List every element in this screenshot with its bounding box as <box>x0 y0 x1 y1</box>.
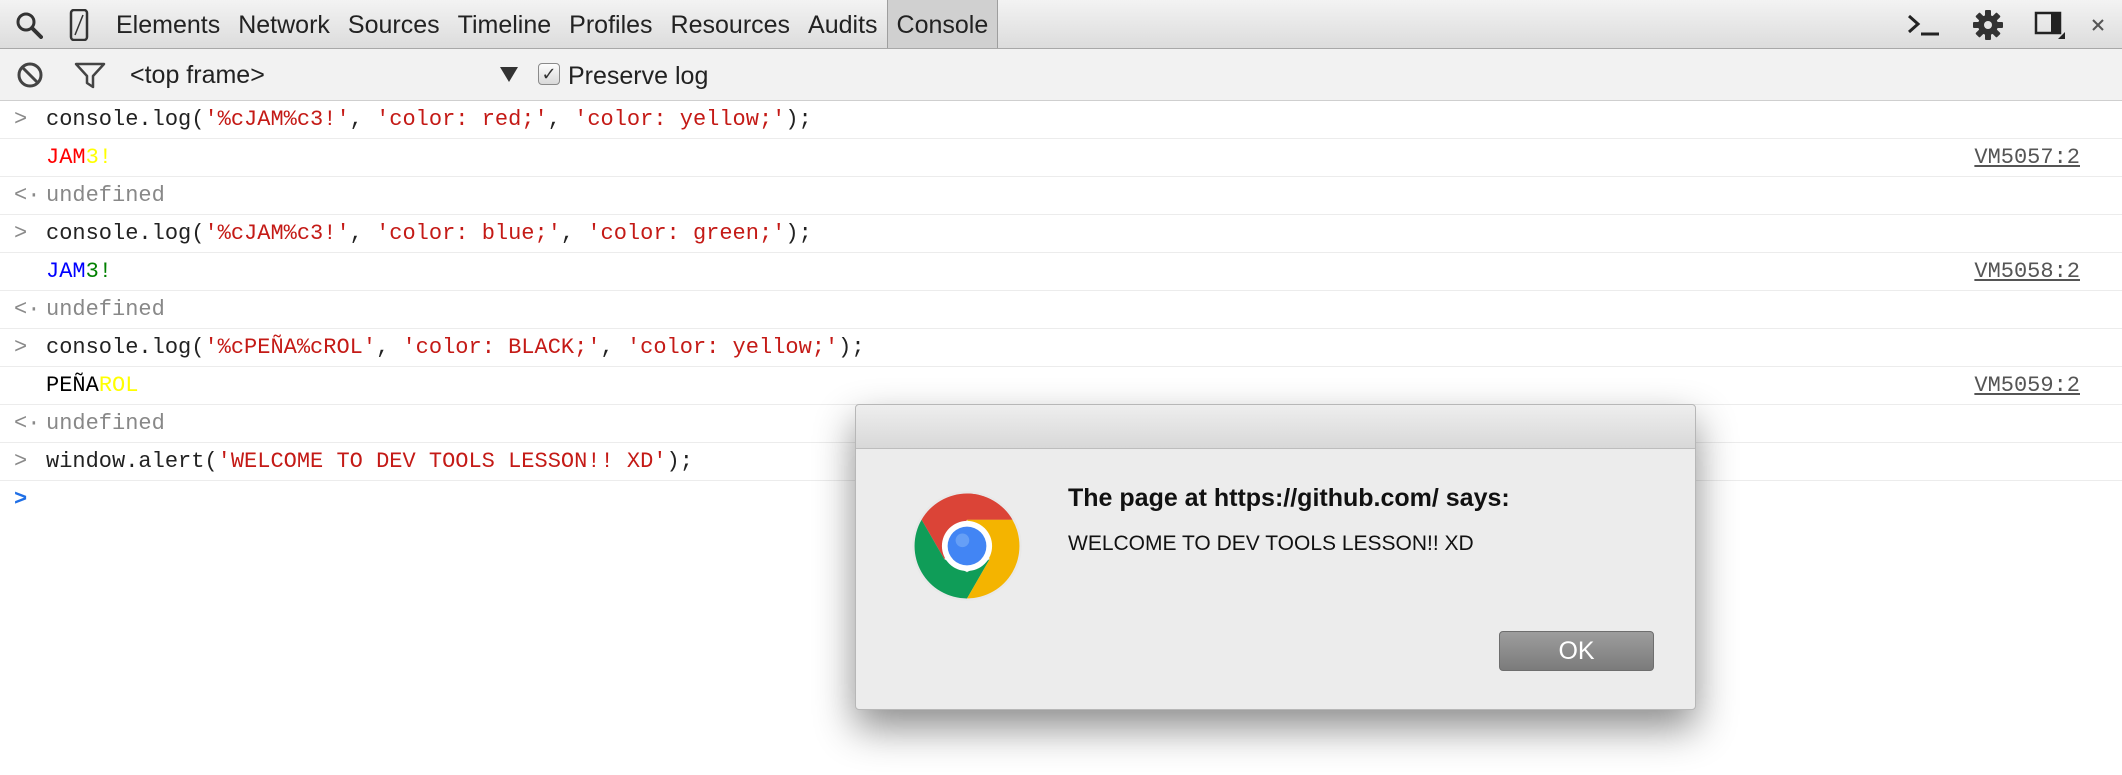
console-message: console.log('%cPEÑA%cROL', 'color: BLACK… <box>46 329 865 367</box>
console-row-result: <· undefined <box>0 177 2122 215</box>
console-row-log: JAM3! VM5058:2 <box>0 253 2122 291</box>
message-segment: , <box>349 221 377 246</box>
message-segment: undefined <box>46 411 165 436</box>
message-segment: 'color: blue;' <box>376 221 561 246</box>
console-drawer-icon[interactable] <box>1906 0 1942 49</box>
device-mode-icon[interactable] <box>68 0 90 49</box>
message-segment: ); <box>666 449 693 474</box>
message-segment: , <box>376 335 403 360</box>
message-segment: console.log( <box>46 107 205 132</box>
tab-elements[interactable]: Elements <box>107 0 229 48</box>
console-message: console.log('%cJAM%c3!', 'color: red;', … <box>46 101 812 139</box>
message-segment: console.log( <box>46 335 205 360</box>
panel-tabs: Elements Network Sources Timeline Profil… <box>107 0 999 48</box>
input-chevron-icon: > <box>14 449 28 474</box>
frame-selector[interactable]: <top frame> <box>130 49 265 101</box>
gear-icon[interactable] <box>1970 0 2006 49</box>
console-toolbar: <top frame> ✓ Preserve log <box>0 49 2122 101</box>
input-chevron-icon: > <box>14 335 28 360</box>
input-chevron-icon: > <box>14 221 28 246</box>
tab-resources[interactable]: Resources <box>662 0 800 48</box>
message-segment: ROL <box>98 373 139 398</box>
message-segment: 'color: yellow;' <box>626 335 839 360</box>
console-row-log: JAM3! VM5057:2 <box>0 139 2122 177</box>
preserve-log-checkbox[interactable]: ✓ <box>538 63 560 85</box>
tab-timeline[interactable]: Timeline <box>449 0 561 48</box>
console-message: window.alert('WELCOME TO DEV TOOLS LESSO… <box>46 443 693 481</box>
message-segment: JAM <box>46 259 86 284</box>
source-link[interactable]: VM5058:2 <box>1974 253 2080 291</box>
result-arrow-icon: <· <box>14 411 41 436</box>
console-message: console.log('%cJAM%c3!', 'color: blue;',… <box>46 215 812 253</box>
console-message: PEÑAROL <box>46 367 138 405</box>
source-link[interactable]: VM5059:2 <box>1974 367 2080 405</box>
tab-sources[interactable]: Sources <box>339 0 449 48</box>
tab-audits[interactable]: Audits <box>799 0 886 48</box>
console-message: undefined <box>46 177 165 215</box>
result-arrow-icon: <· <box>14 183 41 208</box>
message-segment: ); <box>785 221 812 246</box>
message-segment: ); <box>838 335 865 360</box>
message-segment: '%cPEÑA%cROL' <box>204 335 377 360</box>
message-segment: window.alert( <box>46 449 218 474</box>
frame-dropdown-arrow-icon[interactable] <box>500 67 518 82</box>
message-segment: PEÑA <box>46 373 99 398</box>
message-segment: 'color: BLACK;' <box>402 335 601 360</box>
filter-icon[interactable] <box>74 61 106 94</box>
console-message: undefined <box>46 291 165 329</box>
console-row-input: > console.log('%cJAM%c3!', 'color: blue;'… <box>0 215 2122 253</box>
message-segment: 3! <box>85 145 113 170</box>
tab-network[interactable]: Network <box>229 0 339 48</box>
console-row-log: PEÑAROL VM5059:2 <box>0 367 2122 405</box>
message-segment: '%cJAM%c3!' <box>204 107 350 132</box>
console-row-input: > console.log('%cPEÑA%cROL', 'color: BLAC… <box>0 329 2122 367</box>
search-icon[interactable] <box>14 0 44 49</box>
tab-profiles[interactable]: Profiles <box>560 0 661 48</box>
dialog-title: The page at https://github.com/ says: <box>1068 484 1510 512</box>
source-link[interactable]: VM5057:2 <box>1974 139 2080 177</box>
message-segment: , <box>349 107 377 132</box>
result-arrow-icon: <· <box>14 297 41 322</box>
close-icon[interactable] <box>2084 0 2112 49</box>
dock-side-icon[interactable] <box>2034 0 2066 49</box>
message-segment: JAM <box>46 145 86 170</box>
message-segment: '%cJAM%c3!' <box>204 221 350 246</box>
message-segment: 3! <box>85 259 113 284</box>
message-segment: 'WELCOME TO DEV TOOLS LESSON!! XD' <box>217 449 667 474</box>
ok-button[interactable]: OK <box>1499 631 1654 671</box>
input-chevron-icon: > <box>14 107 28 132</box>
chrome-logo-icon <box>910 489 1024 603</box>
message-segment: , <box>600 335 627 360</box>
preserve-log-label[interactable]: Preserve log <box>568 49 708 101</box>
devtools-tabbar: Elements Network Sources Timeline Profil… <box>0 0 2122 49</box>
message-segment: , <box>560 221 588 246</box>
message-segment: ); <box>785 107 812 132</box>
message-segment: , <box>547 107 575 132</box>
console-row-result: <· undefined <box>0 291 2122 329</box>
message-segment: 'color: red;' <box>376 107 548 132</box>
message-segment: undefined <box>46 183 165 208</box>
clear-console-icon[interactable] <box>16 61 44 94</box>
console-message: JAM3! <box>46 253 112 291</box>
tab-console[interactable]: Console <box>886 0 999 48</box>
alert-dialog: The page at https://github.com/ says: WE… <box>855 404 1696 710</box>
console-message: undefined <box>46 405 165 443</box>
message-segment: console.log( <box>46 221 205 246</box>
message-segment: 'color: yellow;' <box>574 107 786 132</box>
dialog-message: WELCOME TO DEV TOOLS LESSON!! XD <box>1068 532 1474 555</box>
message-segment: undefined <box>46 297 165 322</box>
message-segment: 'color: green;' <box>587 221 786 246</box>
prompt-chevron-icon: > <box>14 487 28 512</box>
console-row-input: > console.log('%cJAM%c3!', 'color: red;',… <box>0 101 2122 139</box>
dialog-titlebar <box>856 405 1695 449</box>
console-message: JAM3! <box>46 139 112 177</box>
